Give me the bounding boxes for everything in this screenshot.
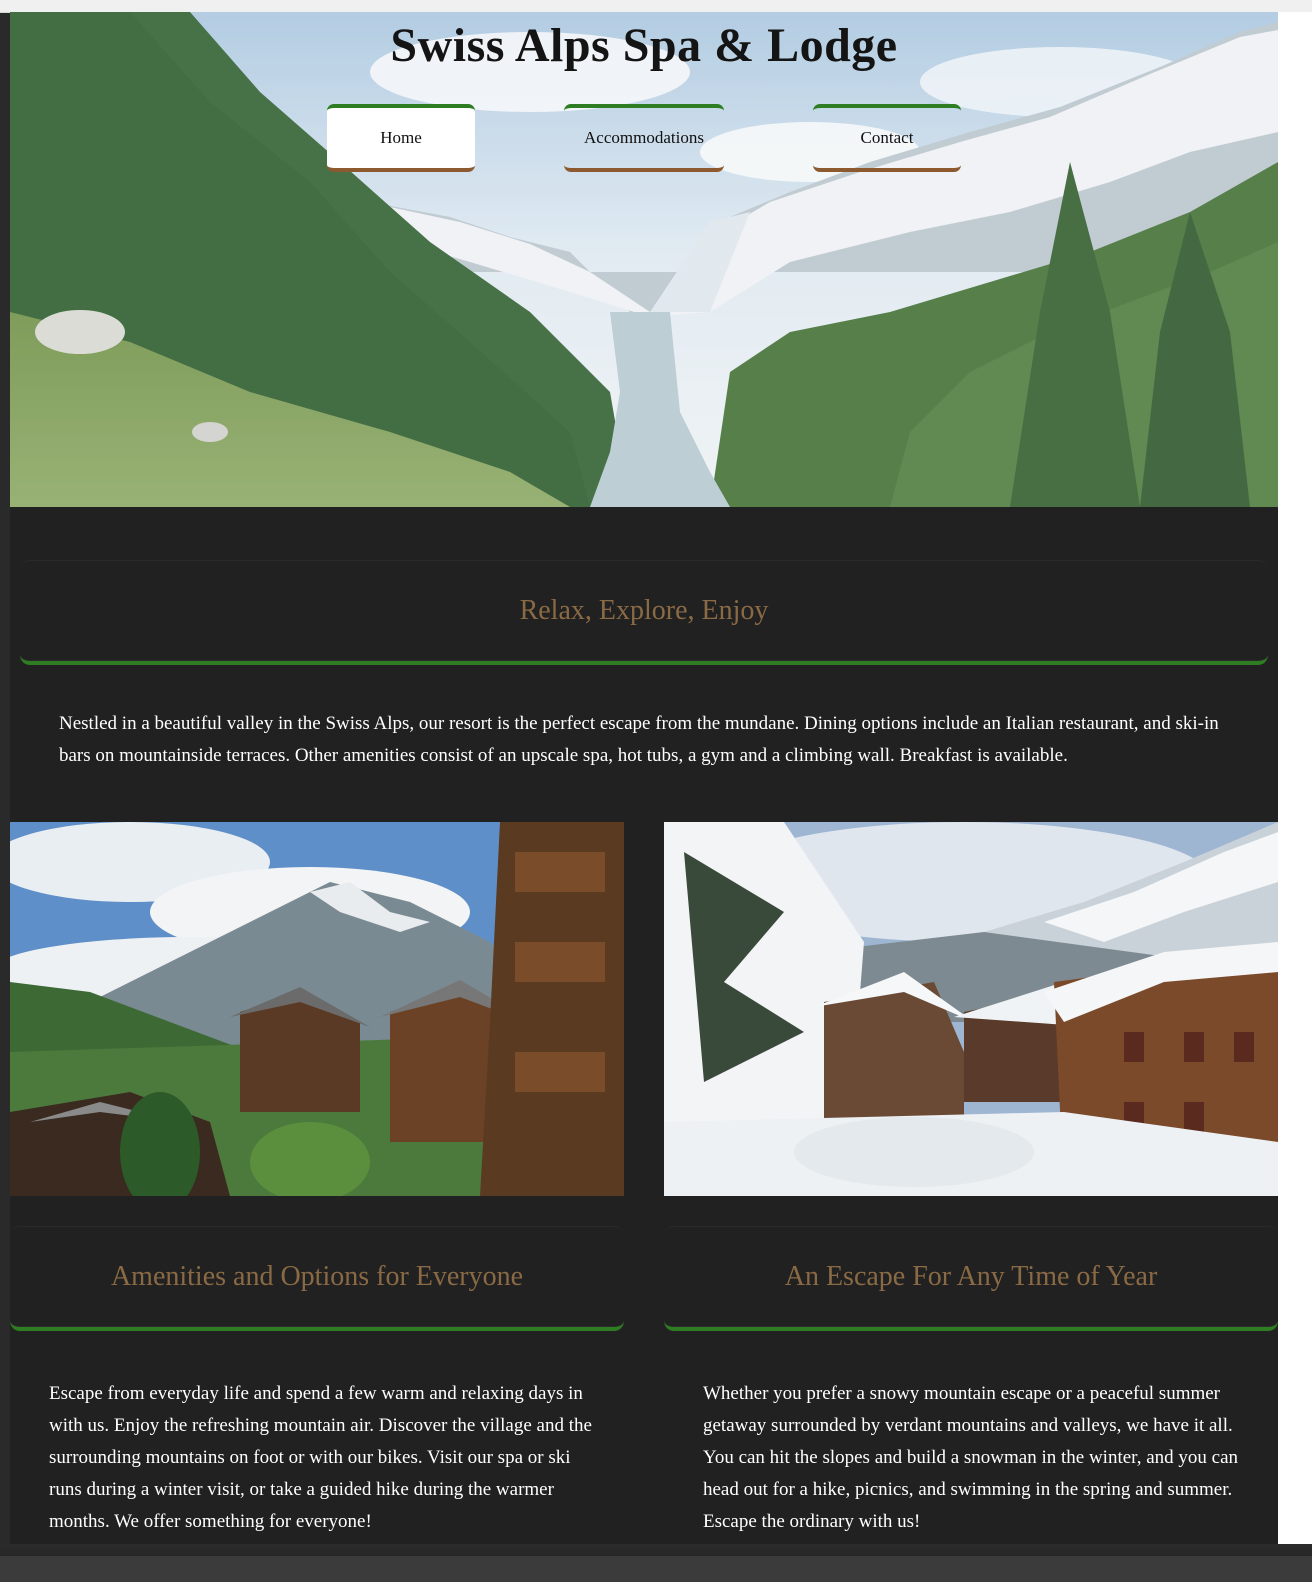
page: Swiss Alps Spa & Lodge Home Accommodatio… <box>10 12 1278 1544</box>
amenities-heading: Amenities and Options for Everyone <box>10 1226 624 1331</box>
amenities-paragraph: Escape from everyday life and spend a fe… <box>49 1383 592 1532</box>
hero-banner: Swiss Alps Spa & Lodge Home Accommodatio… <box>10 12 1278 507</box>
intro-paragraph: Nestled in a beautiful valley in the Swi… <box>59 713 1219 766</box>
hero-mountain-valley-image <box>10 12 1278 507</box>
intro-heading: Relax, Explore, Enjoy <box>20 560 1268 665</box>
winter-village-image <box>664 822 1278 1196</box>
escape-paragraph: Whether you prefer a snowy mountain esca… <box>703 1383 1239 1532</box>
right-gutter <box>1278 12 1312 1582</box>
winter-village-photo <box>664 822 1278 1196</box>
summer-village-photo <box>10 822 624 1196</box>
bottom-strip <box>0 1544 1312 1582</box>
nav-contact-button[interactable]: Contact <box>813 104 961 172</box>
nav-home-button[interactable]: Home <box>327 104 475 172</box>
escape-heading: An Escape For Any Time of Year <box>664 1226 1278 1331</box>
nav-accommodations-button[interactable]: Accommodations <box>564 104 724 172</box>
summer-village-image <box>10 822 624 1196</box>
site-title: Swiss Alps Spa & Lodge <box>390 19 898 72</box>
